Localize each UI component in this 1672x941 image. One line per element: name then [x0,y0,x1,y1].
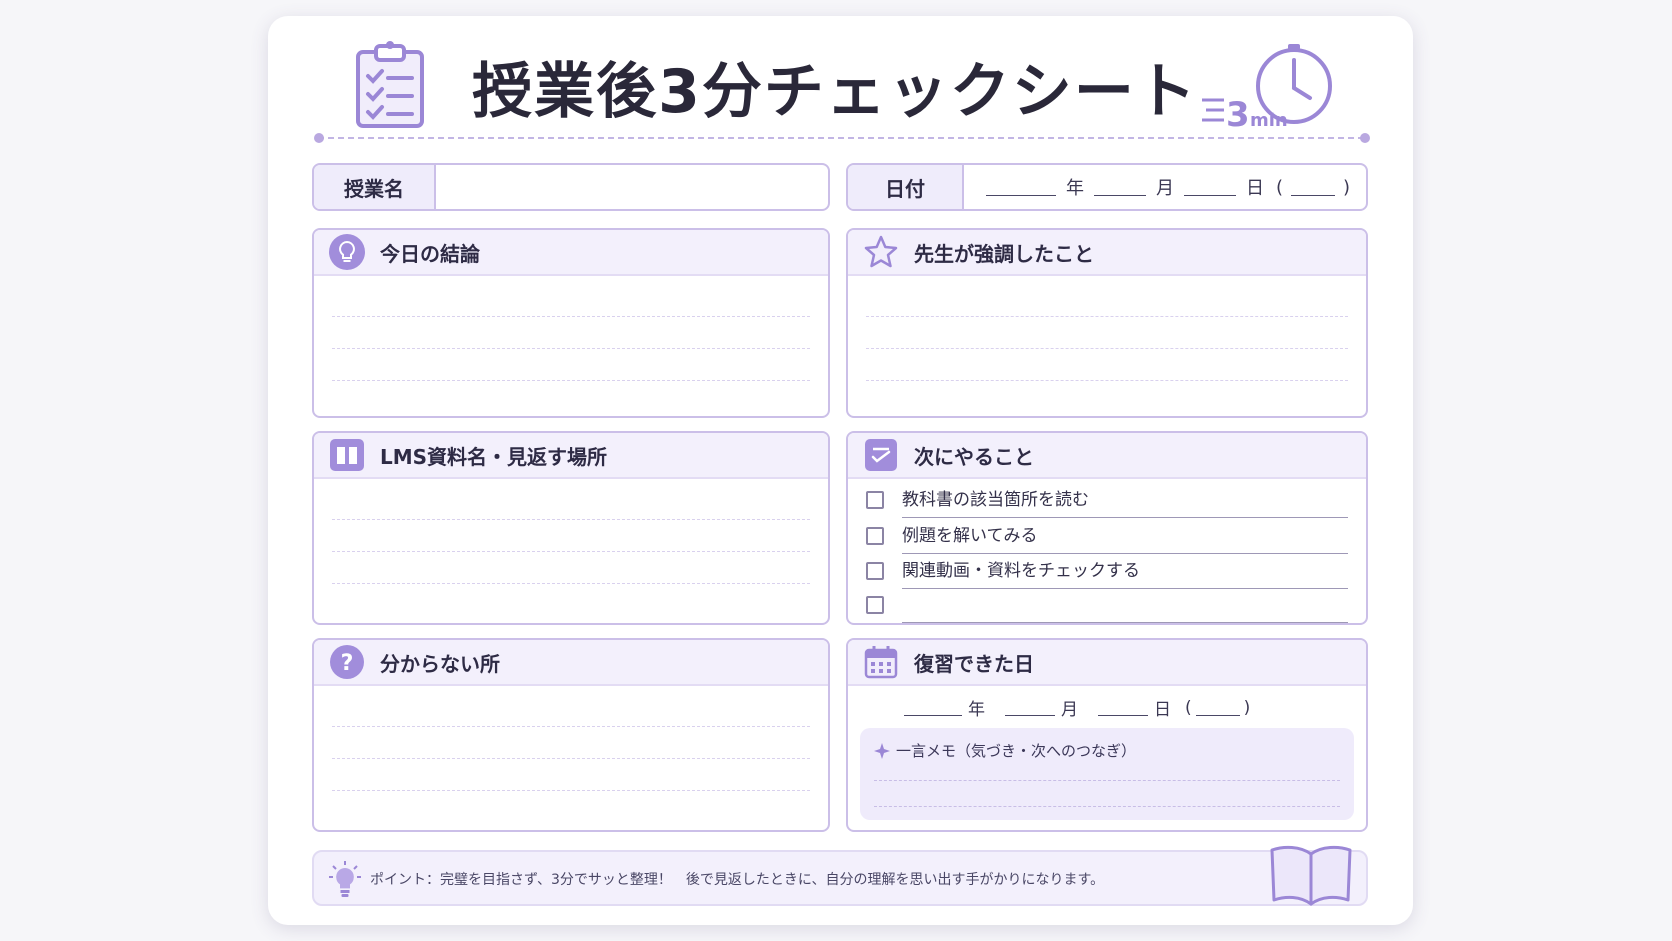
class-name-field[interactable]: 授業名 [312,163,830,211]
month-blank[interactable] [1005,699,1055,716]
day-blank[interactable] [1183,179,1236,196]
lms-header: LMS資料名・見返す場所 [314,433,828,479]
lightbulb-icon [328,233,366,271]
book-icon [328,436,366,474]
writing-line [332,726,810,727]
day-suffix: 日 [1245,178,1264,199]
date-input[interactable]: 年 月 日 ( ) [964,165,1366,209]
timer-number: 3 [1226,95,1250,134]
star-icon [862,233,900,271]
writing-line [332,316,810,317]
page-title: 授業後3分チェックシート [472,56,1198,127]
memo-line [874,806,1340,807]
day-suffix: 日 [1154,700,1171,720]
sparkle-icon [874,742,890,759]
weekday-blank[interactable] [1290,179,1335,196]
month-blank[interactable] [1093,179,1146,196]
writing-line [332,551,810,552]
next-actions-card: 次にやること 教科書の該当箇所を読む 例題を解いてみる 関連動画・資料をチェック… [846,431,1368,625]
todo-checkbox[interactable] [866,491,884,509]
todo-text: 教科書の該当箇所を読む [902,483,1348,518]
writing-line [866,348,1348,349]
next-actions-header: 次にやること [848,433,1366,479]
weekday-open: ( [1185,697,1192,718]
writing-line [332,583,810,584]
writing-line [332,790,810,791]
review-card: 復習できた日 年 月 日 ( ) 一言メモ（気づき・次へのつなぎ） [846,638,1368,832]
header-divider [318,137,1364,139]
unclear-header: ? 分からない所 [314,640,828,686]
todo-checkbox[interactable] [866,596,884,614]
writing-line [866,380,1348,381]
writing-line [332,348,810,349]
day-blank[interactable] [1098,699,1148,716]
next-actions-title: 次にやること [914,444,1034,469]
emphasis-header: 先生が強調したこと [848,230,1366,276]
timer-unit: min [1250,110,1288,131]
lightbulb-icon [329,861,361,897]
checklist-icon [862,436,900,474]
divider-dot-left [314,133,324,143]
todo-text[interactable] [902,588,1348,623]
unclear-card[interactable]: ? 分からない所 [312,638,830,832]
timer-icon: 3 min [1202,44,1332,134]
clipboard-checklist-icon [356,41,424,128]
weekday-open: ( [1275,176,1283,198]
memo-box[interactable]: 一言メモ（気づき・次へのつなぎ） [860,728,1354,820]
open-book-icon [1270,845,1352,906]
weekday-close: ) [1342,176,1350,198]
todo-item-blank[interactable] [866,588,1348,623]
class-name-input[interactable] [436,165,828,209]
writing-line [866,316,1348,317]
year-blank[interactable] [985,179,1056,196]
year-suffix: 年 [968,700,985,720]
memo-line [874,780,1340,781]
review-title: 復習できた日 [914,651,1034,676]
review-header: 復習できた日 [848,640,1366,686]
todo-text: 例題を解いてみる [902,519,1348,554]
divider-dot-right [1360,133,1370,143]
weekday-blank[interactable] [1195,699,1240,716]
tip-text: ポイント：完璧を目指さず、3分でサッと整理！ 後で見返したときに、自分の理解を思… [370,872,1105,888]
todo-checkbox[interactable] [866,562,884,580]
todo-text: 関連動画・資料をチェックする [902,554,1348,589]
todo-item[interactable]: 教科書の該当箇所を読む [866,483,1348,518]
conclusion-title: 今日の結論 [380,241,480,266]
todo-checkbox[interactable] [866,527,884,545]
todo-item[interactable]: 例題を解いてみる [866,519,1348,554]
emphasis-title: 先生が強調したこと [914,241,1094,266]
class-name-label: 授業名 [314,165,436,209]
memo-title: 一言メモ（気づき・次へのつなぎ） [896,742,1137,760]
weekday-close: ) [1243,697,1251,718]
review-date-input[interactable]: 年 月 日 ( ) [904,695,1250,720]
writing-line [332,758,810,759]
writing-line [332,380,810,381]
lms-title: LMS資料名・見返す場所 [380,444,608,469]
tip-footer: ポイント：完璧を目指さず、3分でサッと整理！ 後で見返したときに、自分の理解を思… [312,845,1368,906]
todo-item[interactable]: 関連動画・資料をチェックする [866,554,1348,589]
calendar-icon [862,643,900,681]
writing-line [332,519,810,520]
emphasis-card[interactable]: 先生が強調したこと [846,228,1368,418]
month-suffix: 月 [1155,178,1174,199]
date-field[interactable]: 日付 年 月 日 ( ) [846,163,1368,211]
year-blank[interactable] [904,699,962,716]
svg-text:?: ? [341,651,354,676]
question-icon: ? [328,643,366,681]
lms-card[interactable]: LMS資料名・見返す場所 [312,431,830,625]
conclusion-card[interactable]: 今日の結論 [312,228,830,418]
date-label: 日付 [848,165,964,209]
year-suffix: 年 [1065,178,1084,199]
unclear-title: 分からない所 [380,651,500,676]
memo-heading: 一言メモ（気づき・次へのつなぎ） [874,740,1136,761]
month-suffix: 月 [1061,700,1078,720]
conclusion-header: 今日の結論 [314,230,828,276]
